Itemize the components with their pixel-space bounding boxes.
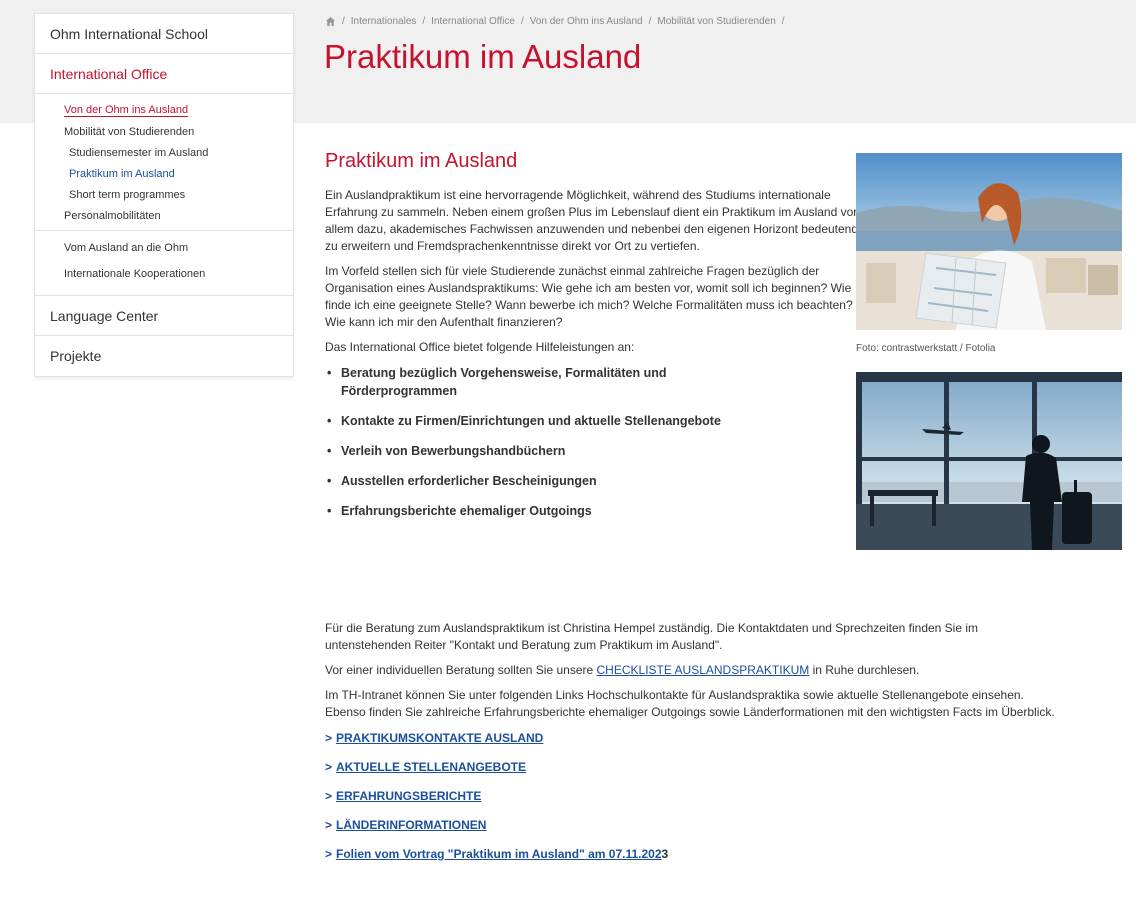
link-laenderinformationen[interactable]: LÄNDERINFORMATIONEN: [336, 818, 486, 832]
intro-paragraph: Ein Auslandpraktikum ist eine hervorrage…: [325, 188, 859, 253]
list-item: > Folien vom Vortrag "Praktikum im Auslan…: [325, 847, 1065, 876]
checklist-text-before: Vor einer individuellen Beratung sollten…: [325, 663, 597, 677]
list-item: > PRAKTIKUMSKONTAKTE AUSLAND: [325, 731, 1065, 760]
sidebar-item-label: Von der Ohm ins Ausland: [64, 104, 189, 117]
breadcrumb-link-von-der-ohm[interactable]: Von der Ohm ins Ausland: [530, 16, 643, 27]
wide-content: Für die Beratung zum Auslandspraktikum i…: [325, 620, 1065, 876]
image-caption: Foto: contrastwerkstatt / Fotolia: [856, 343, 996, 354]
breadcrumb-link-mobilitaet[interactable]: Mobilität von Studierenden: [657, 16, 775, 27]
sidebar-item-praktikum-im-ausland[interactable]: Praktikum im Ausland: [35, 163, 293, 184]
breadcrumb: / Internationales / International Office…: [325, 16, 791, 27]
sidebar-item-projekte[interactable]: Projekte: [35, 336, 293, 376]
link-stellenangebote[interactable]: AKTUELLE STELLENANGEBOTE: [336, 760, 526, 774]
arrow-prefix: >: [325, 789, 333, 803]
sidebar-submenu: Von der Ohm ins Ausland Mobilität von St…: [35, 94, 293, 231]
sidebar-item-studiensemester[interactable]: Studiensemester im Ausland: [35, 142, 293, 163]
sidebar-nav: Ohm International School International O…: [34, 13, 294, 377]
checklist-paragraph: Vor einer individuellen Beratung sollten…: [325, 662, 1065, 679]
list-item: Verleih von Bewerbungshandbüchern: [325, 442, 865, 460]
list-item: Beratung bezüglich Vorgehensweise, Forma…: [325, 364, 755, 400]
home-icon[interactable]: [325, 16, 336, 27]
list-item: Kontakte zu Firmen/Einrichtungen und akt…: [325, 412, 865, 430]
sidebar-item-mobilitaet-studierende[interactable]: Mobilität von Studierenden: [35, 121, 293, 142]
sidebar-item-kooperationen[interactable]: Internationale Kooperationen: [35, 261, 293, 287]
arrow-prefix: >: [325, 818, 333, 832]
breadcrumb-link-internationales[interactable]: Internationales: [351, 16, 417, 27]
list-item: Erfahrungsberichte ehemaliger Outgoings: [325, 502, 865, 520]
checklist-text-after: in Ruhe durchlesen.: [809, 663, 920, 677]
link-erfahrungsberichte[interactable]: ERFAHRUNGSBERICHTE: [336, 789, 481, 803]
page-title: Praktikum im Ausland: [324, 38, 642, 75]
main-content: Praktikum im Ausland Ein Auslandpraktiku…: [325, 150, 865, 532]
list-item: > ERFAHRUNGSBERICHTE: [325, 789, 1065, 818]
contact-paragraph: Für die Beratung zum Auslandspraktikum i…: [325, 621, 979, 652]
sidebar-submenu-2: Vom Ausland an die Ohm Internationale Ko…: [35, 231, 293, 296]
list-item: Ausstellen erforderlicher Bescheinigunge…: [325, 472, 865, 490]
list-item: > AKTUELLE STELLENANGEBOTE: [325, 760, 1065, 789]
arrow-prefix: >: [325, 847, 333, 861]
intranet-links: > PRAKTIKUMSKONTAKTE AUSLAND > AKTUELLE ST…: [325, 731, 1065, 876]
breadcrumb-link-international-office[interactable]: International Office: [431, 16, 515, 27]
photo-woman-with-map: [856, 153, 1122, 330]
list-item: > LÄNDERINFORMATIONEN: [325, 818, 1065, 847]
arrow-prefix: >: [325, 731, 333, 745]
photo-airport-traveler-graphic: [856, 372, 1122, 550]
arrow-prefix: >: [325, 760, 333, 774]
services-intro: Das International Office bietet folgende…: [325, 340, 635, 354]
services-list: Beratung bezüglich Vorgehensweise, Forma…: [325, 364, 865, 520]
questions-paragraph: Im Vorfeld stellen sich für viele Studie…: [325, 264, 853, 329]
sidebar-item-language-center[interactable]: Language Center: [35, 296, 293, 336]
photo-airport-traveler: [856, 372, 1122, 550]
checklist-link[interactable]: CHECKLISTE AUSLANDSPRAKTIKUM: [597, 663, 810, 677]
sidebar-item-ohm-international-school[interactable]: Ohm International School: [35, 14, 293, 54]
sidebar-item-international-office[interactable]: International Office: [35, 54, 293, 94]
link-tail: 3: [661, 847, 669, 861]
intranet-paragraph: Im TH-Intranet können Sie unter folgende…: [325, 688, 1055, 719]
link-praktikumskontakte[interactable]: PRAKTIKUMSKONTAKTE AUSLAND: [336, 731, 543, 745]
link-folien-vortrag[interactable]: Folien vom Vortrag "Praktikum im Ausland…: [336, 847, 662, 861]
content-heading: Praktikum im Ausland: [325, 150, 518, 172]
sidebar-item-short-term-programmes[interactable]: Short term programmes: [35, 184, 293, 205]
sidebar-item-von-der-ohm-ins-ausland[interactable]: Von der Ohm ins Ausland: [35, 100, 293, 121]
sidebar-item-personalmobilitaeten[interactable]: Personalmobilitäten: [35, 205, 293, 226]
photo-woman-with-map-graphic: [856, 153, 1122, 330]
sidebar-item-vom-ausland[interactable]: Vom Ausland an die Ohm: [35, 235, 293, 261]
